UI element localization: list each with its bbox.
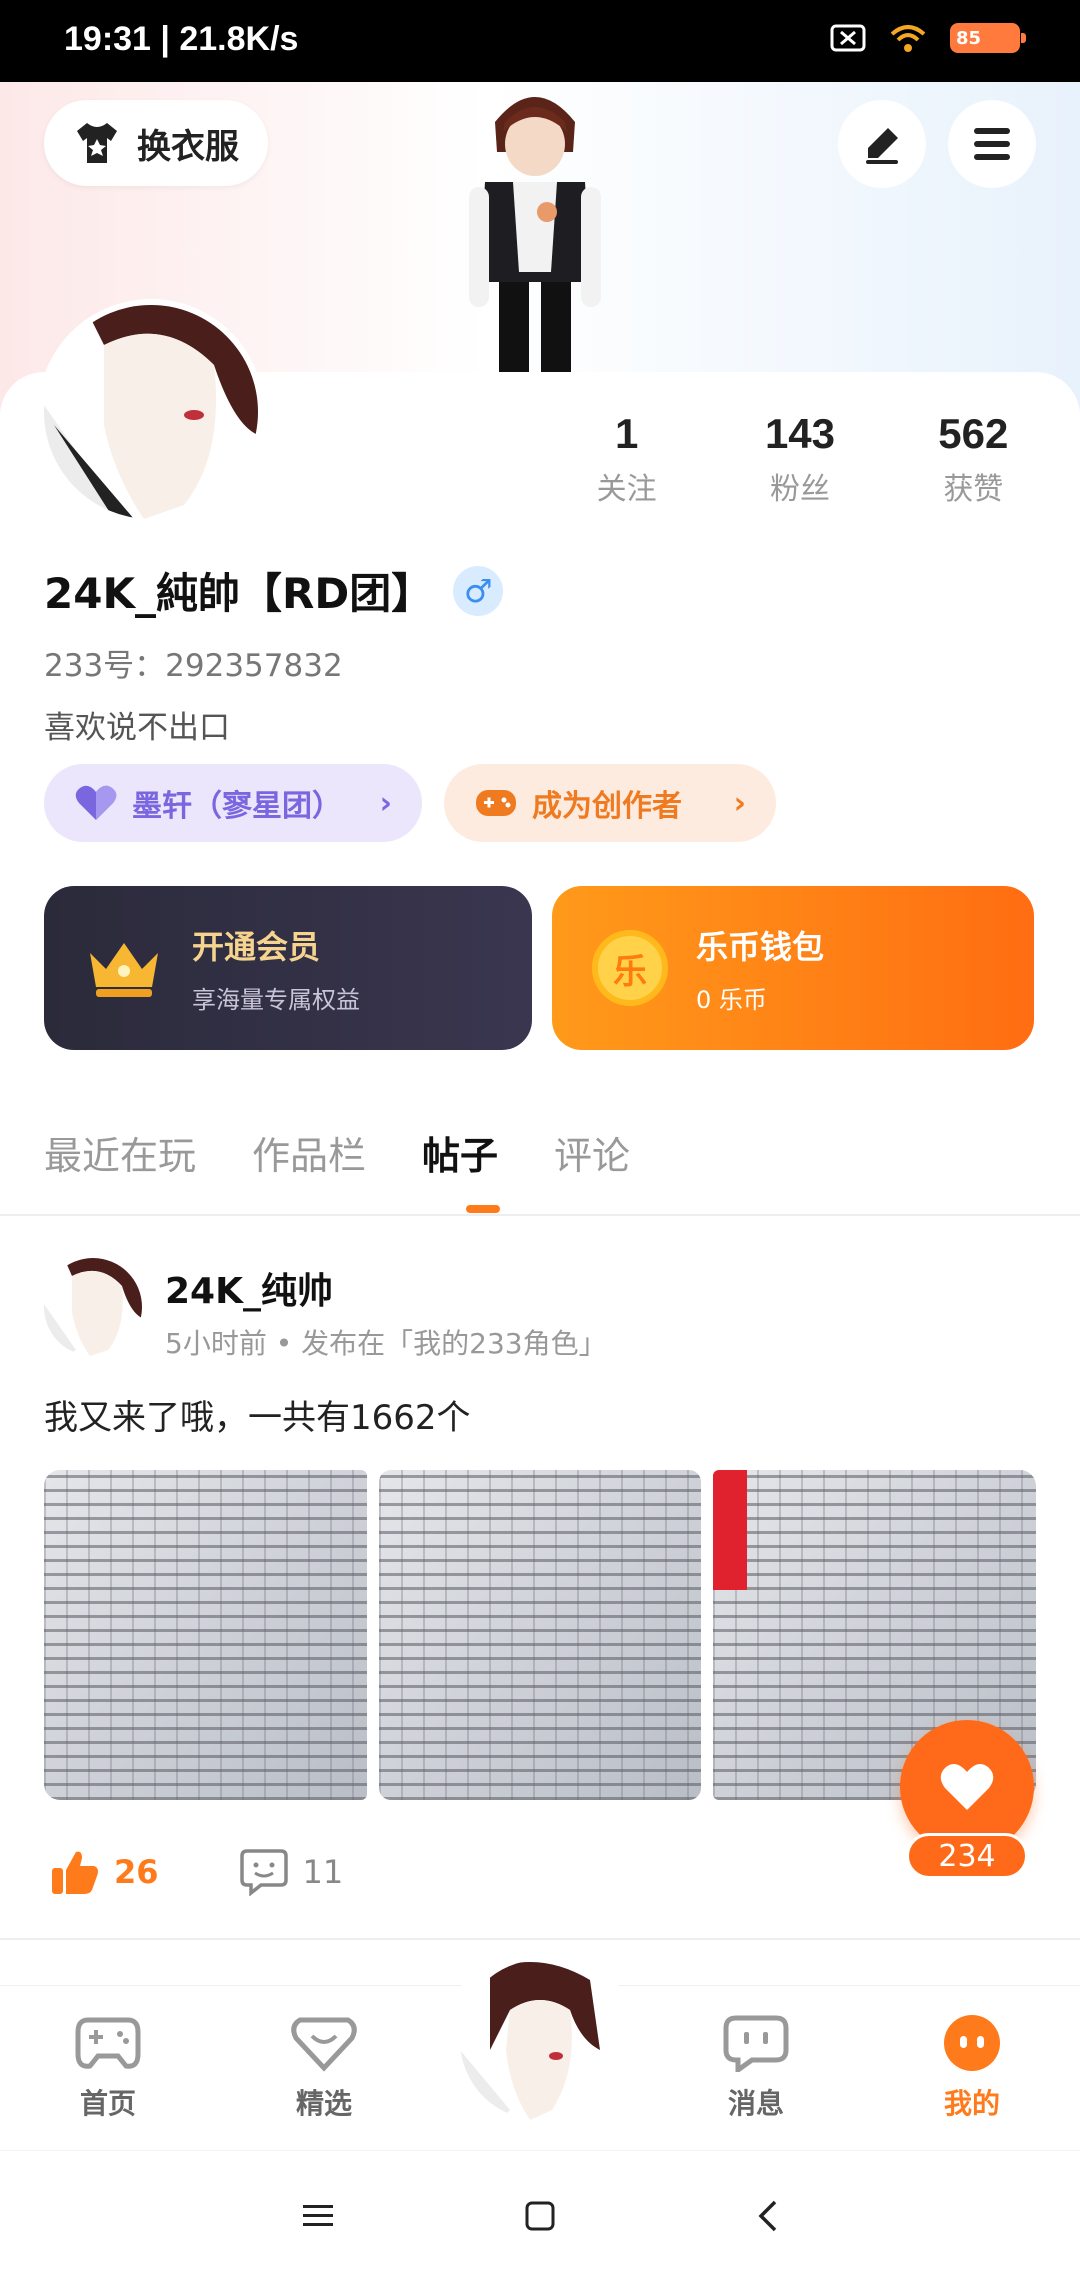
become-creator-label: 成为创作者 bbox=[532, 789, 682, 824]
heart-diamond-icon bbox=[291, 2017, 357, 2072]
become-creator-chip[interactable]: 成为创作者 › bbox=[444, 764, 776, 842]
divider bbox=[0, 1214, 1080, 1216]
name-row: 24K_純帥【RD团】 ♂ bbox=[44, 560, 504, 621]
comment-count: 11 bbox=[302, 1853, 344, 1891]
profile-bio: 喜欢说不出口 bbox=[44, 710, 230, 746]
group-chip-label: 墨轩（寥星团） bbox=[132, 789, 342, 824]
post-author-name[interactable]: 24K_纯帅 bbox=[165, 1262, 333, 1314]
nav-home[interactable]: 首页 bbox=[38, 2014, 178, 2122]
shirt-icon bbox=[77, 123, 117, 163]
status-bar: 19:31 | 21.8K/s 85 bbox=[0, 0, 1080, 82]
stat-value: 143 bbox=[764, 410, 836, 457]
comment-button[interactable]: 11 bbox=[239, 1848, 344, 1896]
status-icons: 85 bbox=[830, 22, 1026, 54]
avatar-illustration bbox=[460, 1960, 620, 2120]
change-outfit-label: 换衣服 bbox=[137, 126, 239, 167]
wallet-balance: 0 乐币 bbox=[696, 985, 767, 1014]
coin-icon: 乐 bbox=[592, 930, 668, 1006]
edit-button[interactable] bbox=[838, 100, 926, 188]
chevron-right-icon: › bbox=[733, 785, 746, 821]
nav-featured[interactable]: 精选 bbox=[254, 2014, 394, 2122]
status-time: 19:31 | 21.8K/s bbox=[64, 20, 299, 58]
user-id[interactable]: 233号：292357832 bbox=[44, 640, 343, 685]
heart-icon bbox=[940, 1763, 994, 1810]
menu-icon bbox=[974, 128, 1010, 160]
gamepad-icon bbox=[75, 2017, 141, 2069]
male-gender-icon: ♂ bbox=[453, 565, 504, 616]
square-icon bbox=[525, 2201, 555, 2231]
home-button[interactable] bbox=[510, 2191, 570, 2241]
group-chip[interactable]: 墨轩（寥星团） › bbox=[44, 764, 422, 842]
tab-posts[interactable]: 帖子 bbox=[422, 1125, 498, 1180]
nav-center-avatar-button[interactable] bbox=[460, 1960, 620, 2120]
vip-subtitle: 享海量专属权益 bbox=[192, 985, 360, 1014]
menu-button[interactable] bbox=[948, 100, 1036, 188]
nav-mine[interactable]: 我的 bbox=[902, 2014, 1042, 2122]
profile-name: 24K_純帥【RD团】 bbox=[44, 569, 434, 618]
stat-label: 粉丝 bbox=[769, 472, 830, 507]
thumbs-up-icon bbox=[52, 1851, 98, 1894]
stat-label: 关注 bbox=[596, 472, 657, 507]
post-image[interactable] bbox=[378, 1470, 702, 1800]
post-meta: 5小时前 • 发布在「我的233角色」 bbox=[165, 1327, 607, 1360]
crown-icon bbox=[90, 943, 158, 997]
avatar-illustration bbox=[44, 305, 258, 519]
divider bbox=[0, 1938, 1080, 1940]
tab-comments[interactable]: 评论 bbox=[554, 1125, 630, 1180]
wallet-title: 乐币钱包 bbox=[696, 927, 825, 966]
sim-off-icon bbox=[830, 24, 866, 52]
like-count: 26 bbox=[114, 1853, 159, 1891]
stat-fans[interactable]: 143 粉丝 bbox=[713, 410, 886, 508]
system-nav-bar bbox=[0, 2150, 1080, 2280]
stat-following[interactable]: 1 关注 bbox=[540, 410, 713, 508]
nav-label: 首页 bbox=[79, 2087, 136, 2120]
post-text[interactable]: 我又来了哦，一共有1662个 bbox=[44, 1390, 471, 1439]
menu-lines-icon bbox=[303, 2205, 333, 2226]
message-icon bbox=[723, 2015, 789, 2075]
change-outfit-button[interactable]: 换衣服 bbox=[44, 100, 268, 186]
stat-likes-received[interactable]: 562 获赞 bbox=[887, 410, 1060, 508]
stat-label: 获赞 bbox=[943, 472, 1004, 507]
profile-tabs: 最近在玩 作品栏 帖子 评论 bbox=[44, 1125, 630, 1180]
pencil-icon bbox=[866, 128, 898, 164]
post-image[interactable] bbox=[44, 1470, 367, 1800]
nav-label: 消息 bbox=[727, 2087, 784, 2120]
stat-value: 1 bbox=[614, 410, 639, 457]
like-fab-count: 234 bbox=[906, 1833, 1028, 1879]
comment-icon bbox=[239, 1849, 288, 1896]
heart-group-icon bbox=[75, 785, 117, 820]
tab-works[interactable]: 作品栏 bbox=[252, 1125, 366, 1180]
post-images bbox=[44, 1470, 1037, 1800]
stat-value: 562 bbox=[938, 410, 1009, 457]
avatar-illustration bbox=[44, 1258, 142, 1356]
nav-messages[interactable]: 消息 bbox=[686, 2014, 826, 2122]
vip-card[interactable]: 开通会员 享海量专属权益 bbox=[44, 886, 532, 1050]
wallet-card[interactable]: 乐 乐币钱包 0 乐币 bbox=[552, 886, 1034, 1050]
profile-stats: 1 关注 143 粉丝 562 获赞 bbox=[540, 410, 1060, 508]
like-button[interactable]: 26 bbox=[50, 1848, 159, 1896]
back-button[interactable] bbox=[738, 2191, 798, 2241]
vip-title: 开通会员 bbox=[192, 927, 321, 966]
battery-level: 85 bbox=[956, 27, 982, 49]
active-tab-indicator bbox=[466, 1205, 500, 1213]
post-actions: 26 11 bbox=[50, 1848, 343, 1896]
wifi-icon bbox=[890, 25, 926, 52]
nav-label: 我的 bbox=[943, 2087, 1000, 2120]
chevron-right-icon: › bbox=[379, 785, 392, 821]
gamepad-icon bbox=[476, 790, 516, 816]
back-chevron-icon bbox=[758, 2200, 777, 2232]
battery-icon: 85 bbox=[950, 23, 1026, 53]
nav-label: 精选 bbox=[295, 2087, 352, 2120]
profile-face-icon bbox=[944, 2015, 1000, 2071]
profile-avatar[interactable] bbox=[44, 305, 258, 519]
tab-recently-played[interactable]: 最近在玩 bbox=[44, 1125, 196, 1180]
recent-apps-button[interactable] bbox=[288, 2191, 348, 2241]
3d-avatar-figure[interactable] bbox=[455, 82, 615, 374]
post-author-avatar[interactable] bbox=[44, 1258, 142, 1356]
